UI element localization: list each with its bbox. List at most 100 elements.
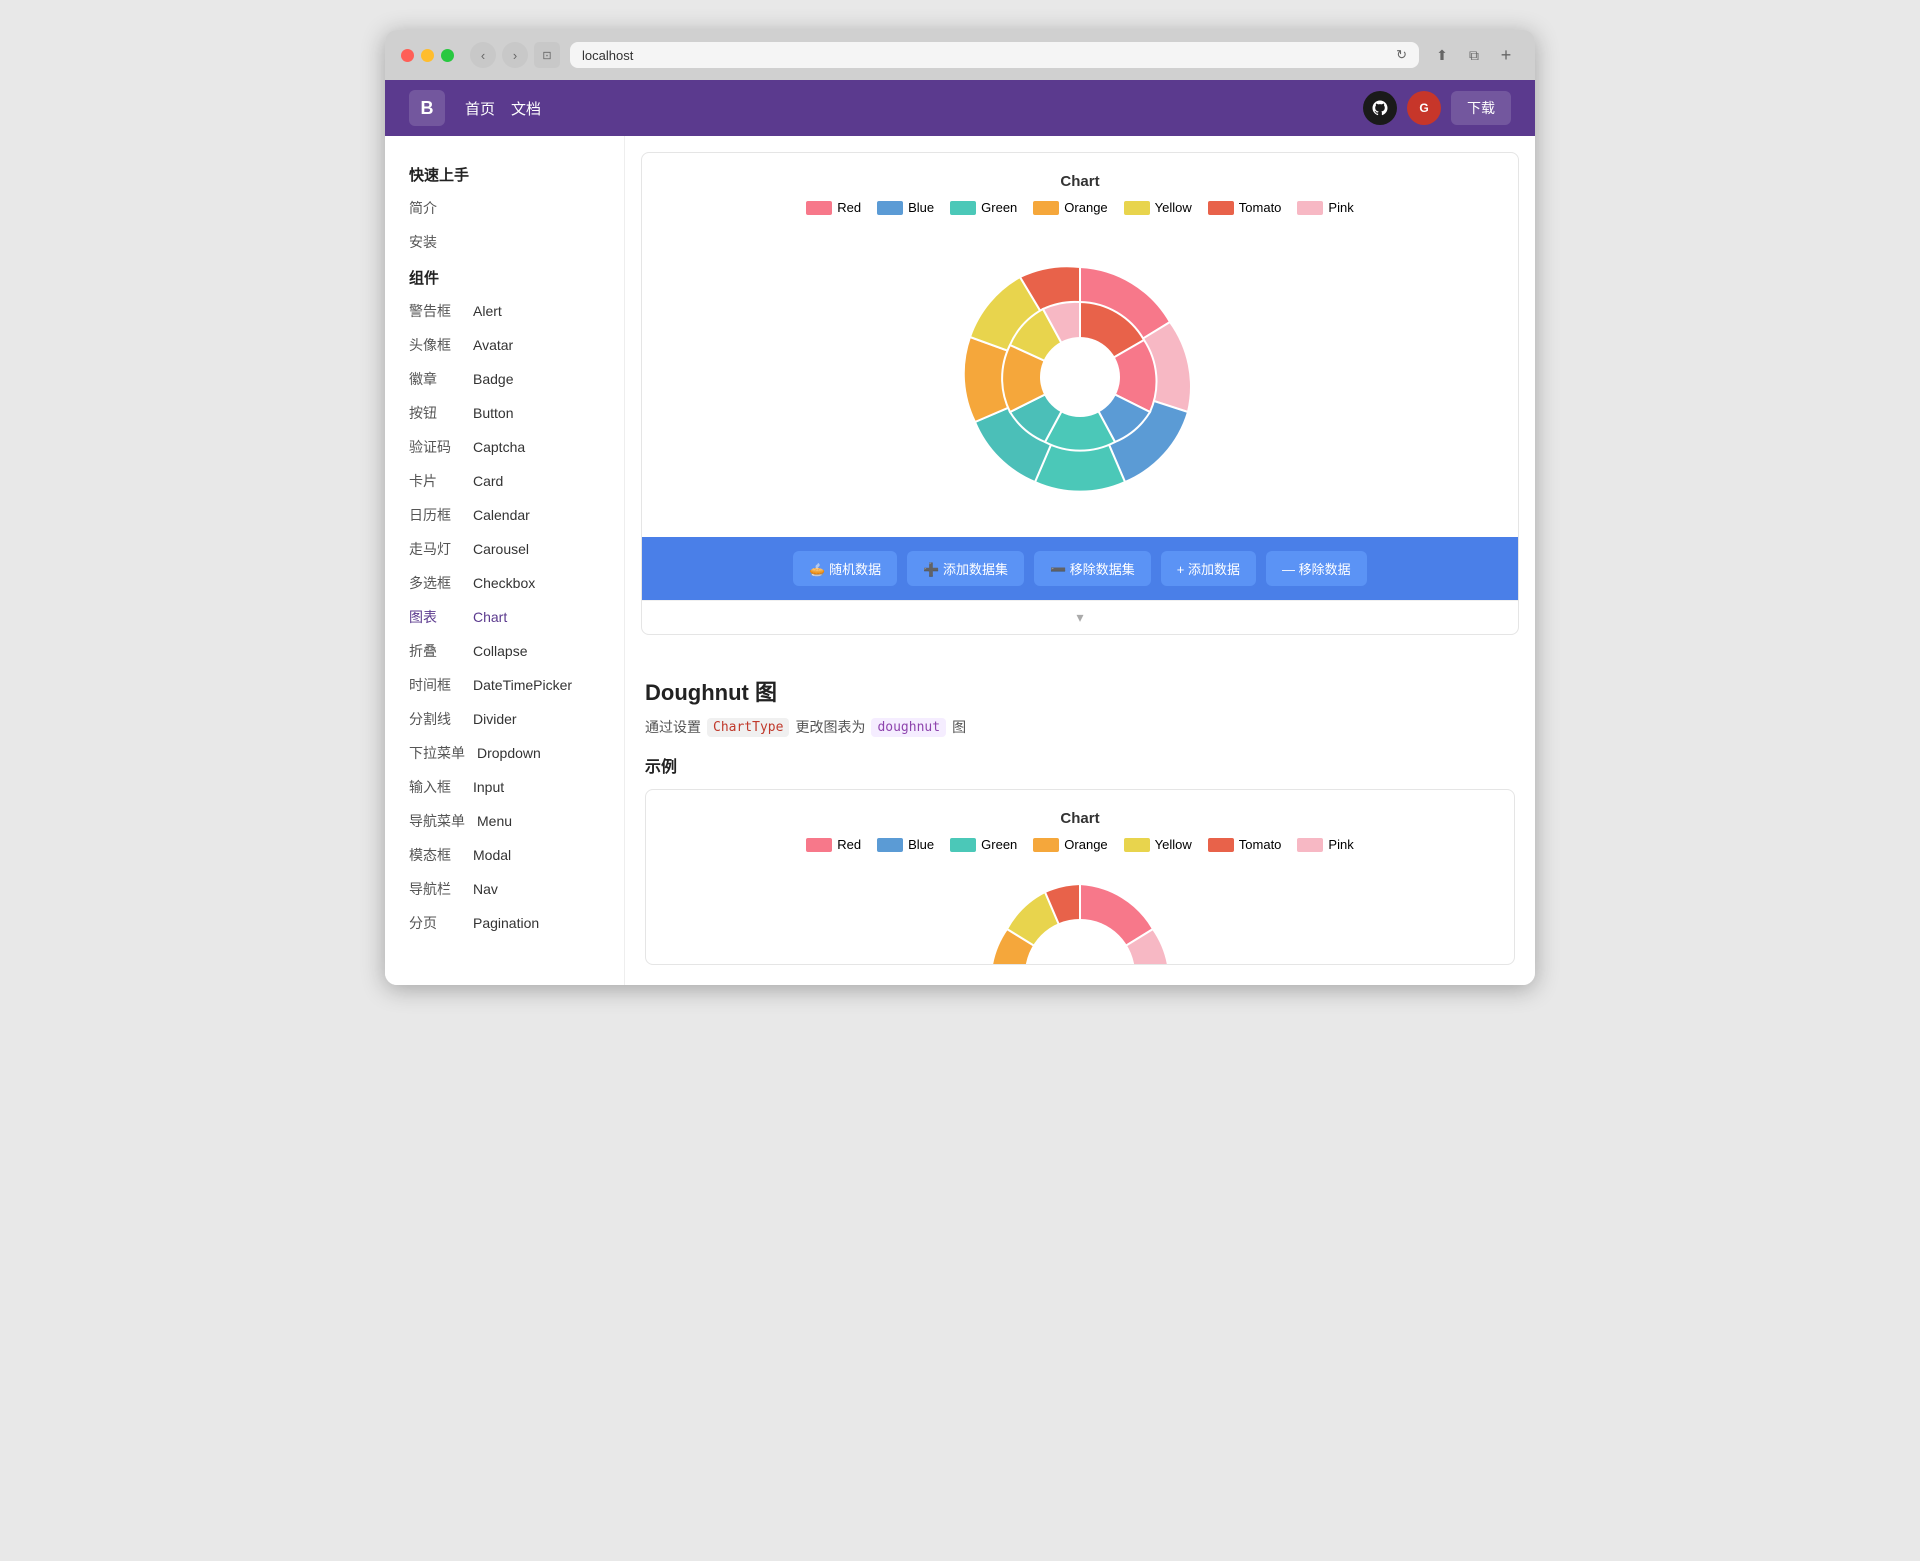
add-data-button[interactable]: + 添加数据: [1161, 551, 1256, 586]
sidebar-alert-zh: 警告框: [409, 301, 461, 321]
random-data-button[interactable]: 🥧 随机数据: [793, 551, 897, 586]
maximize-button[interactable]: [441, 49, 454, 62]
sidebar-datetimepicker-zh: 时间框: [409, 675, 461, 695]
sidebar-item-badge[interactable]: 徽章 Badge: [385, 362, 624, 396]
collapse-arrow[interactable]: ▾: [642, 600, 1518, 634]
legend-orange-color: [1033, 201, 1059, 215]
sidebar-item-button[interactable]: 按钮 Button: [385, 396, 624, 430]
doughnut-legend-blue-label: Blue: [908, 837, 934, 852]
sidebar-item-calendar[interactable]: 日历框 Calendar: [385, 498, 624, 532]
sidebar-dropdown-zh: 下拉菜单: [409, 743, 465, 763]
sidebar-item-dropdown[interactable]: 下拉菜单 Dropdown: [385, 736, 624, 770]
sidebar-item-carousel[interactable]: 走马灯 Carousel: [385, 532, 624, 566]
add-dataset-button[interactable]: ➕ 添加数据集: [907, 551, 1024, 586]
sidebar-item-captcha[interactable]: 验证码 Captcha: [385, 430, 624, 464]
doughnut-tag: doughnut: [871, 718, 946, 737]
sidebar-captcha-en: Captcha: [473, 439, 525, 455]
doughnut-legend-red: Red: [806, 837, 861, 852]
sidebar-captcha-zh: 验证码: [409, 437, 461, 457]
doughnut-legend-green: Green: [950, 837, 1017, 852]
sidebar-item-install-zh: 安装: [409, 232, 461, 252]
sidebar-item-collapse[interactable]: 折叠 Collapse: [385, 634, 624, 668]
header-nav: 首页 文档: [465, 98, 541, 119]
nav-docs[interactable]: 文档: [511, 98, 541, 119]
sidebar-item-divider[interactable]: 分割线 Divider: [385, 702, 624, 736]
back-button[interactable]: ‹: [470, 42, 496, 68]
sidebar-carousel-zh: 走马灯: [409, 539, 461, 559]
legend-orange-label: Orange: [1064, 200, 1107, 215]
address-bar[interactable]: localhost ↻: [570, 42, 1419, 68]
tab-toggle-button[interactable]: ⊡: [534, 42, 560, 68]
sidebar-item-input[interactable]: 输入框 Input: [385, 770, 624, 804]
close-button[interactable]: [401, 49, 414, 62]
chart-type-tag: ChartType: [707, 718, 789, 737]
remove-data-button[interactable]: — 移除数据: [1266, 551, 1367, 586]
sidebar-avatar-zh: 头像框: [409, 335, 461, 355]
remove-dataset-button[interactable]: ➖ 移除数据集: [1034, 551, 1151, 586]
sidebar-item-install[interactable]: 安装: [385, 225, 624, 259]
chart-control-buttons: 🥧 随机数据 ➕ 添加数据集 ➖ 移除数据集 + 添加数据 — 移除数据: [642, 537, 1518, 600]
example-label: 示例: [645, 753, 1515, 777]
sidebar-item-card[interactable]: 卡片 Card: [385, 464, 624, 498]
legend-red-color: [806, 201, 832, 215]
sidebar-item-modal[interactable]: 模态框 Modal: [385, 838, 624, 872]
sidebar-item-pagination[interactable]: 分页 Pagination: [385, 906, 624, 940]
new-tab-button[interactable]: +: [1493, 42, 1519, 68]
sidebar-chart-en: Chart: [473, 609, 507, 625]
desc-mid: 更改图表为: [795, 717, 865, 737]
legend-blue: Blue: [877, 200, 934, 215]
components-title: 组件: [385, 259, 624, 294]
sidebar-badge-zh: 徽章: [409, 369, 461, 389]
download-button[interactable]: 下载: [1451, 91, 1511, 125]
sidebar-item-menu[interactable]: 导航菜单 Menu: [385, 804, 624, 838]
sidebar-divider-en: Divider: [473, 711, 517, 727]
share-button[interactable]: ⬆: [1429, 42, 1455, 68]
sidebar-item-nav[interactable]: 导航栏 Nav: [385, 872, 624, 906]
legend-pink-color: [1297, 201, 1323, 215]
sidebar-item-intro[interactable]: 简介: [385, 191, 624, 225]
sidebar-item-checkbox[interactable]: 多选框 Checkbox: [385, 566, 624, 600]
sidebar-item-chart[interactable]: 图表 Chart: [385, 600, 624, 634]
browser-navigation: ‹ › ⊡: [470, 42, 560, 68]
duplicate-button[interactable]: ⧉: [1461, 42, 1487, 68]
brand-logo[interactable]: B: [409, 90, 445, 126]
url-text: localhost: [582, 48, 633, 63]
browser-action-buttons: ⬆ ⧉ +: [1429, 42, 1519, 68]
sidebar-datetimepicker-en: DateTimePicker: [473, 677, 572, 693]
sidebar-input-en: Input: [473, 779, 504, 795]
doughnut-legend-tomato-color: [1208, 838, 1234, 852]
browser-window: ‹ › ⊡ localhost ↻ ⬆ ⧉ + B 首页 文档: [385, 30, 1535, 985]
sidebar-menu-zh: 导航菜单: [409, 811, 465, 831]
doughnut-svg: [980, 874, 1180, 964]
github-icon[interactable]: [1363, 91, 1397, 125]
sidebar-calendar-zh: 日历框: [409, 505, 461, 525]
doughnut-legend-green-label: Green: [981, 837, 1017, 852]
minimize-button[interactable]: [421, 49, 434, 62]
header-right: G 下载: [1363, 91, 1511, 125]
legend-red-label: Red: [837, 200, 861, 215]
pie-chart-svg: [940, 237, 1220, 517]
doughnut-legend-yellow-color: [1124, 838, 1150, 852]
nav-home[interactable]: 首页: [465, 98, 495, 119]
forward-button[interactable]: ›: [502, 42, 528, 68]
legend-blue-label: Blue: [908, 200, 934, 215]
sidebar-item-datetimepicker[interactable]: 时间框 DateTimePicker: [385, 668, 624, 702]
doughnut-legend-tomato-label: Tomato: [1239, 837, 1282, 852]
doughnut-legend-pink: Pink: [1297, 837, 1353, 852]
reload-button[interactable]: ↻: [1396, 47, 1407, 63]
sidebar-card-zh: 卡片: [409, 471, 461, 491]
doughnut-chart-title: Chart: [646, 790, 1514, 837]
legend-tomato-color: [1208, 201, 1234, 215]
legend-yellow-color: [1124, 201, 1150, 215]
sidebar-item-avatar[interactable]: 头像框 Avatar: [385, 328, 624, 362]
sidebar-nav-en: Nav: [473, 881, 498, 897]
doughnut-legend-orange-color: [1033, 838, 1059, 852]
legend-green-label: Green: [981, 200, 1017, 215]
pie-chart-legend: Red Blue Green Orange: [642, 200, 1518, 227]
sidebar: 快速上手 简介 安装 组件 警告框 Alert 头像框 Avatar 徽章: [385, 136, 625, 985]
gitee-icon[interactable]: G: [1407, 91, 1441, 125]
sidebar-item-alert[interactable]: 警告框 Alert: [385, 294, 624, 328]
doughnut-section: Doughnut 图 通过设置 ChartType 更改图表为 doughnut…: [625, 651, 1535, 965]
doughnut-legend-pink-label: Pink: [1328, 837, 1353, 852]
browser-titlebar: ‹ › ⊡ localhost ↻ ⬆ ⧉ +: [385, 30, 1535, 80]
